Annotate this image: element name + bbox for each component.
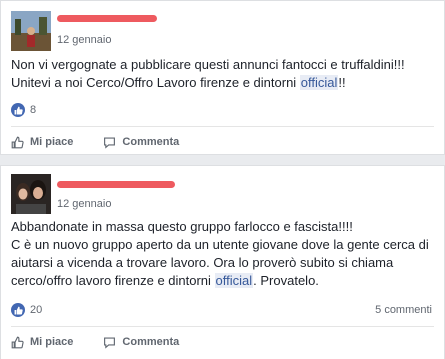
thumbs-up-outline-icon <box>11 136 24 148</box>
reactions-summary[interactable]: 8 <box>11 101 36 119</box>
divider <box>11 126 434 127</box>
like-count: 8 <box>30 104 37 116</box>
post-text-line: Unitevi a noi Cerco/Offro Lavoro firenze… <box>11 74 432 92</box>
post-text-line: C è un nuovo gruppo aperto da un utente … <box>11 236 432 290</box>
post-actions: Mi piace Commenta <box>11 129 434 155</box>
comment-button-label: Commenta <box>122 136 180 148</box>
thumbs-up-icon <box>11 303 25 317</box>
author-name-redacted[interactable] <box>57 11 157 25</box>
hashtag-link[interactable]: official <box>214 273 254 288</box>
author-name-redacted[interactable] <box>57 177 175 191</box>
post-actions: Mi piace Commenta <box>11 329 434 355</box>
like-button-label: Mi piace <box>30 136 74 148</box>
thumbs-up-icon <box>11 103 25 117</box>
comment-icon <box>104 136 116 149</box>
hashtag-link[interactable]: official <box>299 75 339 90</box>
comment-button-label: Commenta <box>122 336 180 348</box>
avatar[interactable] <box>11 174 51 214</box>
post-text-segment: Unitevi a noi Cerco/Offro Lavoro firenze… <box>11 75 300 90</box>
post-text-segment: . Provatelo. <box>253 273 319 288</box>
thumbs-up-outline-icon <box>11 336 24 348</box>
post-text-line: Abbandonate in massa questo gruppo farlo… <box>11 219 353 234</box>
divider <box>11 326 434 327</box>
post-text: Non vi vergognate a pubblicare questi an… <box>11 56 432 92</box>
feed-post: 12 gennaio Abbandonate in massa questo g… <box>0 165 445 359</box>
avatar[interactable] <box>11 11 51 51</box>
post-text-line: Non vi vergognate a pubblicare questi an… <box>11 57 405 72</box>
comment-button[interactable]: Commenta <box>103 136 179 149</box>
comment-button[interactable]: Commenta <box>103 336 179 349</box>
like-count: 20 <box>30 304 43 316</box>
like-button-label: Mi piace <box>30 336 74 348</box>
post-timestamp[interactable]: 12 gennaio <box>57 198 111 210</box>
post-text-segment: !! <box>338 75 346 90</box>
like-button[interactable]: Mi piace <box>11 336 73 349</box>
comments-count-link[interactable]: 5 commenti <box>375 304 432 316</box>
feed-post: 12 gennaio Non vi vergognate a pubblicar… <box>0 0 445 155</box>
reactions-summary[interactable]: 20 <box>11 301 42 319</box>
post-text: Abbandonate in massa questo gruppo farlo… <box>11 218 432 290</box>
comment-icon <box>104 336 116 349</box>
post-timestamp[interactable]: 12 gennaio <box>57 34 111 46</box>
like-button[interactable]: Mi piace <box>11 136 73 149</box>
